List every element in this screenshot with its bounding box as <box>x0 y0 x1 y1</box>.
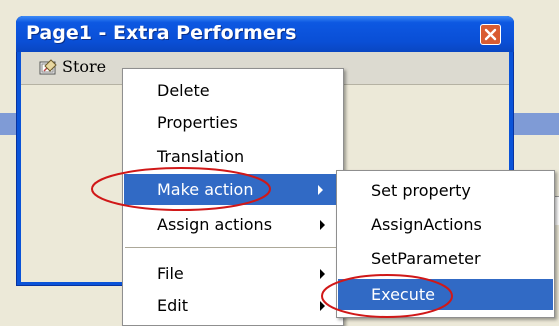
submenu: Set property AssignActions SetParameter … <box>336 170 555 318</box>
window-titlebar[interactable]: Page1 - Extra Performers <box>16 16 514 52</box>
menu-item-make-action[interactable]: Make action <box>124 174 342 205</box>
submenu-item-assign-actions[interactable]: AssignActions <box>337 209 554 240</box>
submenu-item-set-parameter[interactable]: SetParameter <box>337 243 554 274</box>
menu-item-delete[interactable]: Delete <box>123 75 343 106</box>
submenu-item-execute[interactable]: Execute <box>338 279 553 310</box>
submenu-item-set-property[interactable]: Set property <box>337 175 554 206</box>
menu-item-label: Edit <box>157 296 188 315</box>
menu-item-label: Delete <box>157 81 210 100</box>
close-button[interactable] <box>480 24 501 45</box>
submenu-arrow-icon <box>320 220 325 230</box>
menu-item-label: Properties <box>157 113 238 132</box>
submenu-arrow-icon <box>320 269 325 279</box>
menu-item-translation[interactable]: Translation <box>123 141 343 172</box>
window-title: Page1 - Extra Performers <box>26 22 297 44</box>
close-icon <box>484 28 497 41</box>
menu-item-label: Translation <box>157 147 245 166</box>
submenu-item-label: Execute <box>371 285 435 304</box>
store-item[interactable]: Store <box>39 57 106 76</box>
menu-item-label: Assign actions <box>157 215 273 234</box>
menu-separator <box>125 247 341 248</box>
context-menu: Delete Properties Translation Make actio… <box>122 68 344 326</box>
submenu-arrow-icon <box>318 185 323 195</box>
menu-item-label: Make action <box>157 180 254 199</box>
menu-item-properties[interactable]: Properties <box>123 107 343 138</box>
menu-item-label: File <box>157 264 184 283</box>
store-label: Store <box>62 57 107 76</box>
menu-item-assign-actions[interactable]: Assign actions <box>123 209 343 240</box>
store-icon <box>39 59 57 75</box>
menu-item-edit[interactable]: Edit <box>123 290 343 321</box>
submenu-arrow-icon <box>320 301 325 311</box>
submenu-item-label: Set property <box>371 181 471 200</box>
submenu-item-label: AssignActions <box>371 215 482 234</box>
menu-item-file[interactable]: File <box>123 258 343 289</box>
submenu-item-label: SetParameter <box>371 249 481 268</box>
